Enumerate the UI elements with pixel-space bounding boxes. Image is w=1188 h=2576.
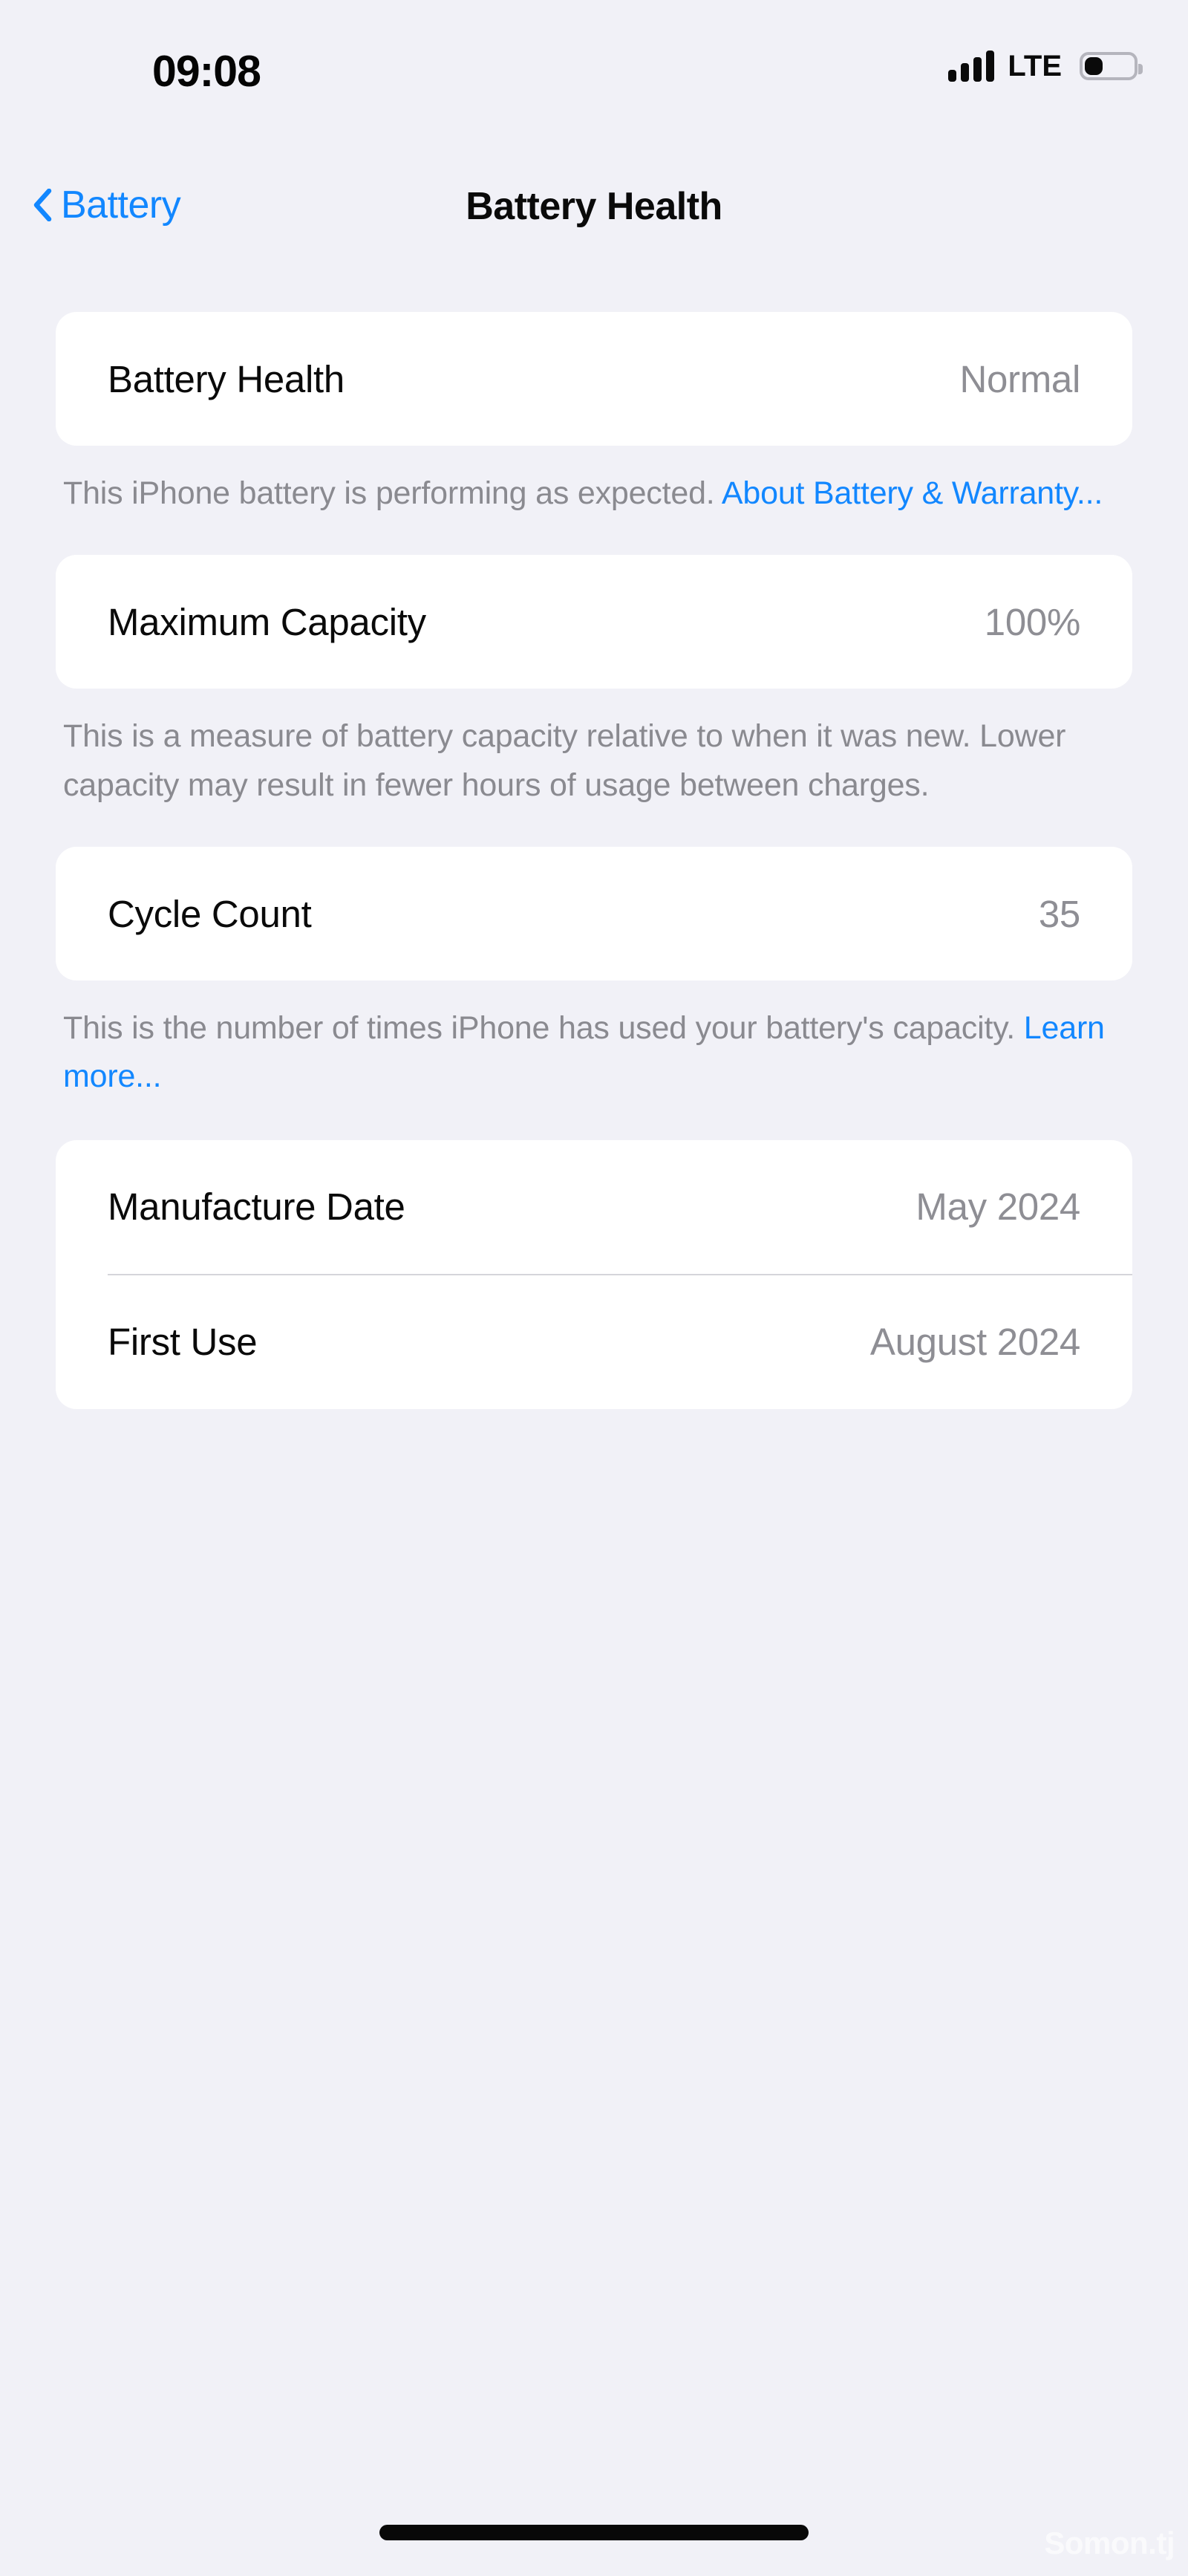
row-battery-health[interactable]: Battery Health Normal [56, 312, 1132, 446]
section-cycle-count: Cycle Count 35 [56, 847, 1132, 981]
row-manufacture-date[interactable]: Manufacture Date May 2024 [56, 1140, 1132, 1274]
footer-text: This is a measure of battery capacity re… [63, 718, 1066, 803]
footer-text: This is the number of times iPhone has u… [63, 1010, 1024, 1047]
section-battery-health: Battery Health Normal [56, 312, 1132, 446]
row-value: 100% [984, 600, 1081, 643]
signal-bars-icon [948, 51, 995, 82]
page-title: Battery Health [466, 185, 722, 228]
footer-battery-health: This iPhone battery is performing as exp… [56, 446, 1132, 518]
network-type-label: LTE [1008, 50, 1062, 82]
row-label: Cycle Count [108, 892, 312, 935]
about-battery-warranty-link[interactable]: About Battery & Warranty... [722, 475, 1103, 511]
footer-cycle-count: This is the number of times iPhone has u… [56, 980, 1132, 1102]
footer-text: This iPhone battery is performing as exp… [63, 475, 722, 511]
row-label: First Use [108, 1321, 258, 1364]
status-bar-indicators: LTE [948, 50, 1143, 82]
row-label: Maximum Capacity [108, 600, 426, 643]
battery-icon [1080, 52, 1143, 80]
row-value: 35 [1038, 892, 1080, 935]
row-first-use[interactable]: First Use August 2024 [56, 1275, 1132, 1409]
row-value: May 2024 [916, 1185, 1080, 1229]
row-label: Battery Health [108, 357, 345, 400]
row-cycle-count[interactable]: Cycle Count 35 [56, 847, 1132, 980]
settings-list: Battery Health Normal This iPhone batter… [0, 312, 1188, 1409]
iphone-screen: 09:08 LTE Battery Battery Health Battery [0, 0, 1188, 2576]
navigation-bar: Battery Battery Health [0, 172, 1188, 254]
row-value: August 2024 [869, 1321, 1080, 1364]
row-label: Manufacture Date [108, 1185, 405, 1229]
status-badge: Normal [959, 357, 1080, 400]
footer-maximum-capacity: This is a measure of battery capacity re… [56, 689, 1132, 810]
status-bar-clock: 09:08 [152, 47, 261, 96]
watermark: Somon.tj [1044, 2525, 1175, 2560]
row-maximum-capacity[interactable]: Maximum Capacity 100% [56, 555, 1132, 689]
section-maximum-capacity: Maximum Capacity 100% [56, 555, 1132, 689]
home-indicator[interactable] [379, 2525, 809, 2540]
section-battery-dates: Manufacture Date May 2024 First Use Augu… [56, 1139, 1132, 1409]
status-bar: 09:08 LTE [0, 0, 1188, 111]
